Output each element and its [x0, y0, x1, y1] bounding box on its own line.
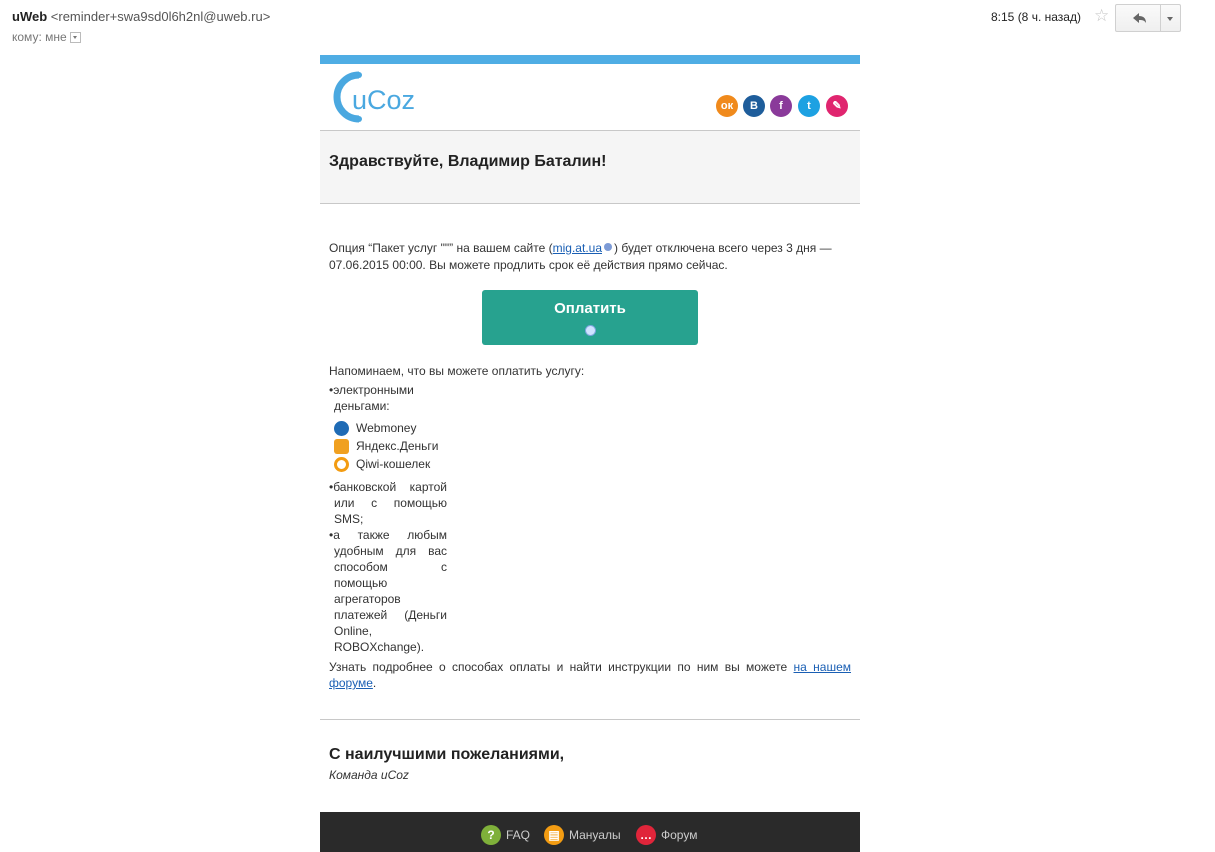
sender-line: uWeb <reminder+swa9sd0l6h2nl@uweb.ru>	[12, 9, 270, 24]
greeting-section: Здравствуйте, Владимир Баталин!	[320, 131, 860, 204]
odnoklassniki-icon[interactable]: ок	[716, 95, 738, 117]
email-footer: ? FAQ ▤ Мануалы … Форум	[320, 812, 860, 852]
reply-button-group	[1115, 4, 1181, 32]
list-item: •электронными деньгами:	[329, 383, 414, 413]
facebook-icon[interactable]: f	[770, 95, 792, 117]
footer-link-faq[interactable]: ? FAQ	[481, 825, 531, 845]
payment-method-label: Webmoney	[356, 421, 417, 435]
notice-text-1: Опция “Пакет услуг ""” на вашем сайте (	[329, 241, 553, 255]
vk-icon[interactable]: B	[743, 95, 765, 117]
ucoz-logo[interactable]: uCoz	[331, 69, 421, 130]
details-dropdown-icon[interactable]	[69, 32, 81, 43]
payment-methods-list: •электронными деньгами: Webmoney Яндекс.…	[329, 382, 447, 655]
qiwi-icon	[334, 457, 349, 472]
recipient-line: кому: мне	[12, 30, 81, 44]
svg-text:uCoz: uCoz	[352, 85, 415, 115]
signature-team: Команда uCoz	[329, 768, 409, 782]
footer-link-manuals[interactable]: ▤ Мануалы	[544, 825, 621, 845]
email-body: uCoz ок B f t ✎ Здравствуйте, Владимир Б…	[320, 55, 860, 852]
pay-button[interactable]: Оплатить	[482, 290, 698, 345]
payment-method-webmoney[interactable]: Webmoney	[329, 420, 447, 438]
forum-icon: …	[636, 825, 656, 845]
reply-icon	[1133, 13, 1146, 23]
signature: С наилучшими пожеланиями, Команда uCoz	[320, 720, 860, 812]
notice-paragraph: Опция “Пакет услуг ""” на вашем сайте (m…	[329, 240, 854, 274]
footer-link-forum[interactable]: … Форум	[636, 825, 698, 845]
list-item: •а также любым удобным для вас способом …	[329, 528, 447, 654]
forum-info-text: Узнать подробнее о способах оплаты и най…	[329, 660, 794, 674]
footer-link-label: FAQ	[506, 828, 531, 842]
yandex-money-icon	[334, 439, 349, 454]
sender-name[interactable]: uWeb	[12, 9, 47, 24]
reply-button[interactable]	[1116, 5, 1161, 31]
footer-link-label: Форум	[661, 828, 698, 842]
footer-link-label: Мануалы	[569, 828, 621, 842]
link-marker-icon	[584, 325, 596, 336]
list-item: •банковской картой или с помощью SMS;	[329, 480, 447, 526]
message-section: Опция “Пакет услуг ""” на вашем сайте (m…	[320, 204, 860, 720]
payment-method-label: Qiwi-кошелек	[356, 457, 431, 471]
reminder-text: Напоминаем, что вы можете оплатить услуг…	[329, 364, 585, 378]
pay-button-label: Оплатить	[554, 300, 626, 317]
sender-email: <reminder+swa9sd0l6h2nl@uweb.ru>	[50, 9, 271, 24]
forum-info-paragraph: Узнать подробнее о способах оплаты и най…	[329, 659, 851, 691]
edit-icon[interactable]: ✎	[826, 95, 848, 117]
greeting: Здравствуйте, Владимир Баталин!	[329, 153, 607, 170]
manuals-icon: ▤	[544, 825, 564, 845]
to-label: кому: мне	[12, 30, 67, 44]
faq-icon: ?	[481, 825, 501, 845]
timestamp: 8:15 (8 ч. назад)	[991, 10, 1081, 24]
top-accent-bar	[320, 55, 860, 64]
logo-row: uCoz ок B f t ✎	[320, 64, 860, 131]
star-icon[interactable]: ☆	[1094, 6, 1109, 26]
period: .	[372, 676, 377, 690]
payment-method-label: Яндекс.Деньги	[356, 439, 439, 453]
payment-method-qiwi[interactable]: Qiwi-кошелек	[329, 456, 447, 474]
webmoney-icon	[334, 421, 349, 436]
site-link[interactable]: mig.at.ua	[553, 241, 602, 255]
external-link-icon	[604, 243, 612, 251]
twitter-icon[interactable]: t	[798, 95, 820, 117]
signature-title: С наилучшими пожеланиями,	[329, 746, 565, 763]
payment-method-yandex[interactable]: Яндекс.Деньги	[329, 438, 447, 456]
more-actions-dropdown[interactable]	[1161, 5, 1180, 31]
